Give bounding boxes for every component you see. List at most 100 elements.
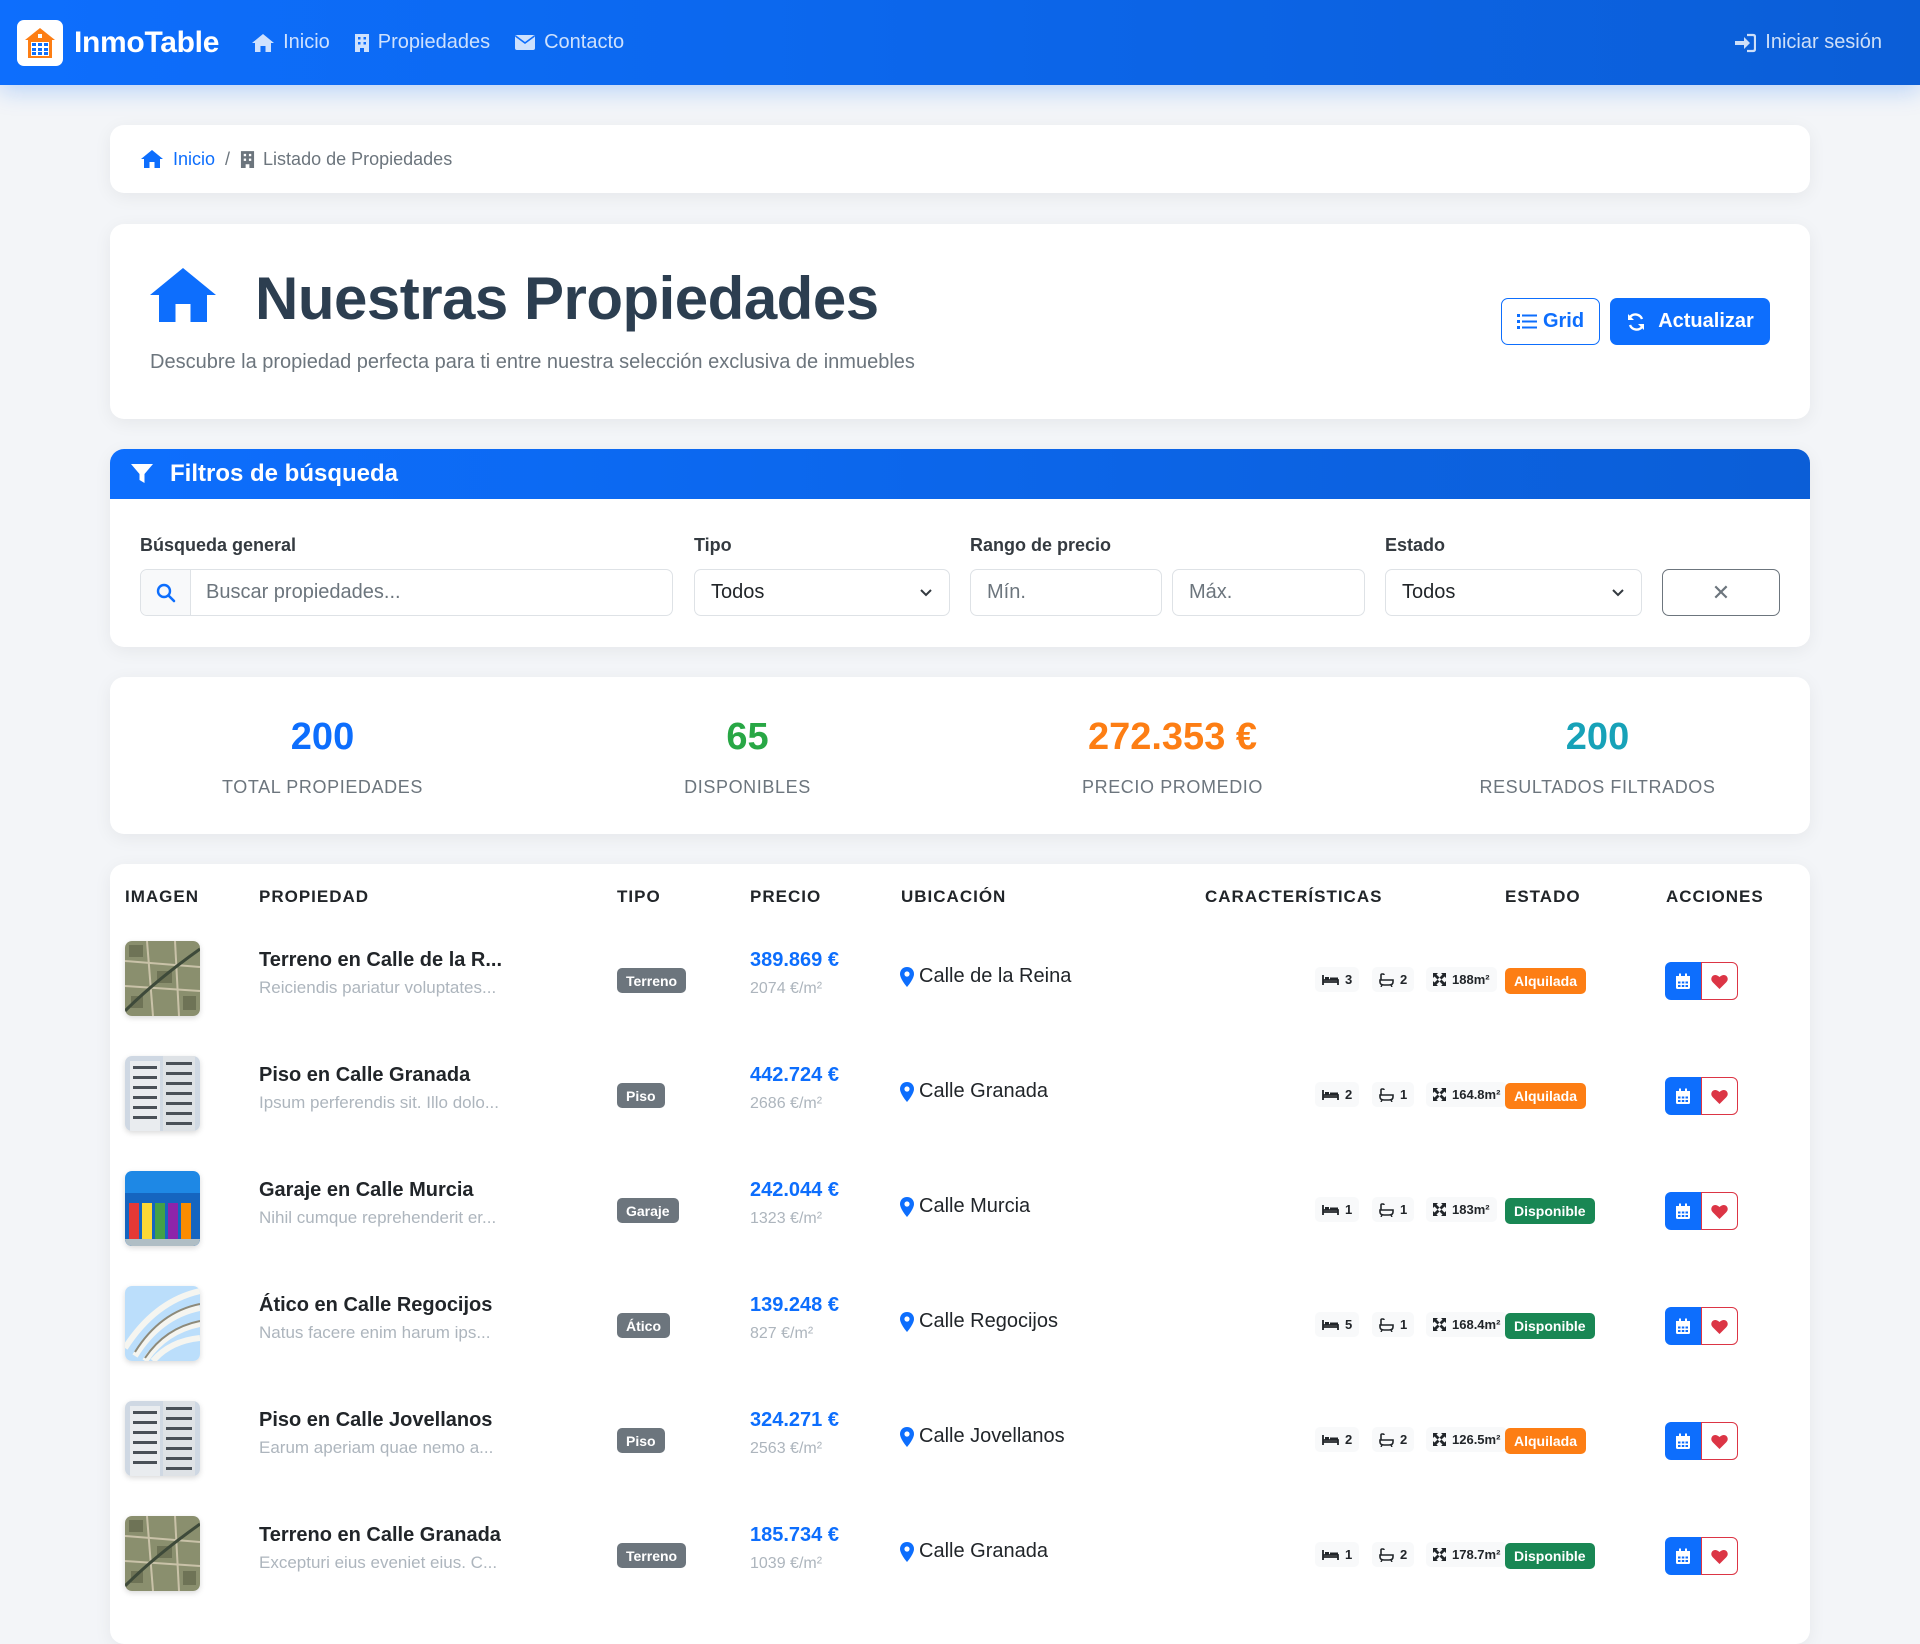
- breadcrumb-current-label: Listado de Propiedades: [263, 148, 453, 169]
- refresh-icon: [1628, 312, 1645, 331]
- favorite-button[interactable]: [1701, 1192, 1738, 1230]
- status-select[interactable]: Todos: [1385, 569, 1642, 616]
- type-label: Tipo: [694, 535, 732, 555]
- property-location: Calle Murcia: [900, 1195, 1030, 1218]
- property-thumbnail[interactable]: [125, 1516, 200, 1591]
- column-header: IMAGEN: [125, 887, 199, 906]
- table-row[interactable]: Ático en Calle Regocijos Natus facere eni…: [110, 1266, 1810, 1381]
- home-icon: [141, 150, 163, 168]
- calendar-icon: [1676, 1318, 1690, 1334]
- row-actions: [1665, 1537, 1738, 1575]
- area-value: 188m²: [1452, 972, 1490, 987]
- property-thumbnail[interactable]: [125, 1401, 200, 1476]
- nav-link-inicio[interactable]: Inicio: [251, 31, 330, 54]
- heart-icon: [1711, 1434, 1728, 1449]
- property-title[interactable]: Terreno en Calle de la R...: [259, 949, 502, 972]
- expand-icon: [1433, 1433, 1446, 1446]
- calendar-icon: [1676, 1433, 1690, 1449]
- heart-icon: [1711, 974, 1728, 989]
- schedule-visit-button[interactable]: [1665, 1192, 1701, 1230]
- property-title[interactable]: Piso en Calle Jovellanos: [259, 1409, 492, 1432]
- property-title[interactable]: Piso en Calle Granada: [259, 1064, 470, 1087]
- property-title[interactable]: Ático en Calle Regocijos: [259, 1294, 492, 1317]
- heart-icon: [1711, 1549, 1728, 1564]
- refresh-button-label: Actualizar: [1658, 310, 1754, 332]
- bed-icon: [1322, 1549, 1339, 1560]
- schedule-visit-button[interactable]: [1665, 1307, 1701, 1345]
- location-text: Calle Granada: [919, 1080, 1048, 1102]
- bathrooms-badge: 1: [1372, 1312, 1415, 1337]
- search-icon: [141, 570, 191, 615]
- column-header: UBICACIÓN: [901, 887, 1007, 906]
- heart-icon: [1711, 1089, 1728, 1104]
- table-row[interactable]: Terreno en Calle de la R... Reiciendis pa…: [110, 921, 1810, 1036]
- property-thumbnail[interactable]: [125, 1286, 200, 1361]
- row-actions: [1665, 1077, 1738, 1115]
- refresh-button[interactable]: Actualizar: [1610, 298, 1770, 345]
- page-title: Nuestras Propiedades: [255, 265, 879, 332]
- page-subtitle: Descubre la propiedad perfecta para ti e…: [150, 351, 915, 373]
- grid-view-button[interactable]: Grid: [1501, 298, 1600, 345]
- brand[interactable]: InmoTable: [17, 19, 219, 66]
- favorite-button[interactable]: [1701, 962, 1738, 1000]
- table-row[interactable]: Garaje en Calle Murcia Nihil cumque repre…: [110, 1151, 1810, 1266]
- bath-icon: [1379, 1202, 1394, 1217]
- favorite-button[interactable]: [1701, 1307, 1738, 1345]
- status-badge: Alquilada: [1505, 968, 1587, 994]
- table-row[interactable]: Piso en Calle Granada Ipsum perferendis s…: [110, 1036, 1810, 1151]
- search-field[interactable]: Buscar propiedades...: [140, 569, 673, 616]
- nav-link-label: Contacto: [544, 31, 625, 53]
- bed-icon: [1322, 1434, 1339, 1445]
- bedrooms-count: 3: [1345, 972, 1353, 987]
- stat-label: DISPONIBLES: [684, 777, 811, 797]
- nav-link-propiedades[interactable]: Propiedades: [354, 31, 490, 54]
- schedule-visit-button[interactable]: [1665, 1077, 1701, 1115]
- breadcrumb-home-label: Inicio: [173, 148, 216, 169]
- property-location: Calle Jovellanos: [900, 1425, 1065, 1448]
- properties-table: IMAGEN PROPIEDAD TIPO PRECIO UBICACIÓN C…: [110, 864, 1810, 1644]
- home-icon: [252, 33, 275, 52]
- house-logo-icon: [17, 19, 63, 66]
- nav-link-label: Propiedades: [377, 31, 491, 53]
- status-badge: Disponible: [1505, 1198, 1595, 1224]
- bed-icon: [1322, 1204, 1339, 1215]
- schedule-visit-button[interactable]: [1665, 962, 1701, 1000]
- bedrooms-count: 5: [1345, 1317, 1353, 1332]
- bathrooms-count: 1: [1400, 1202, 1408, 1217]
- breadcrumb-home[interactable]: Inicio: [140, 149, 215, 170]
- price-max-input[interactable]: Máx.: [1172, 569, 1365, 616]
- property-description: Ipsum perferendis sit. Illo dolo...: [259, 1093, 500, 1112]
- area-badge: 126.5m²: [1426, 1427, 1508, 1452]
- schedule-visit-button[interactable]: [1665, 1537, 1701, 1575]
- area-badge: 178.7m²: [1426, 1542, 1508, 1567]
- column-header: PRECIO: [750, 887, 822, 906]
- favorite-button[interactable]: [1701, 1077, 1738, 1115]
- table-row[interactable]: Terreno en Calle Granada Excepturi eius e…: [110, 1496, 1810, 1611]
- stat-value: 65: [726, 716, 769, 758]
- clear-filters-button[interactable]: ✕: [1662, 569, 1780, 616]
- nav-link-contacto[interactable]: Contacto: [514, 31, 624, 54]
- heart-icon: [1711, 1319, 1728, 1334]
- bath-icon: [1379, 1432, 1394, 1447]
- price-min-input[interactable]: Mín.: [970, 569, 1162, 616]
- property-title[interactable]: Terreno en Calle Granada: [259, 1524, 501, 1547]
- price-per-m2: 1323 €/m²: [750, 1210, 823, 1227]
- map-marker-icon: [900, 1196, 914, 1217]
- calendar-icon: [1676, 1548, 1690, 1564]
- property-thumbnail[interactable]: [125, 941, 200, 1016]
- table-row[interactable]: Piso en Calle Jovellanos Earum aperiam qu…: [110, 1381, 1810, 1496]
- favorite-button[interactable]: [1701, 1537, 1738, 1575]
- type-select-value: Todos: [711, 581, 765, 603]
- login-link[interactable]: Iniciar sesión: [1734, 0, 1882, 85]
- area-value: 164.8m²: [1452, 1087, 1501, 1102]
- type-select[interactable]: Todos: [694, 569, 950, 616]
- property-thumbnail[interactable]: [125, 1171, 200, 1246]
- property-thumbnail[interactable]: [125, 1056, 200, 1131]
- schedule-visit-button[interactable]: [1665, 1422, 1701, 1460]
- favorite-button[interactable]: [1701, 1422, 1738, 1460]
- stat-label: PRECIO PROMEDIO: [1081, 777, 1264, 797]
- filter-icon: [131, 464, 153, 483]
- search-input[interactable]: Buscar propiedades...: [206, 581, 401, 604]
- property-title[interactable]: Garaje en Calle Murcia: [259, 1179, 474, 1202]
- type-badge: Terreno: [617, 1543, 687, 1568]
